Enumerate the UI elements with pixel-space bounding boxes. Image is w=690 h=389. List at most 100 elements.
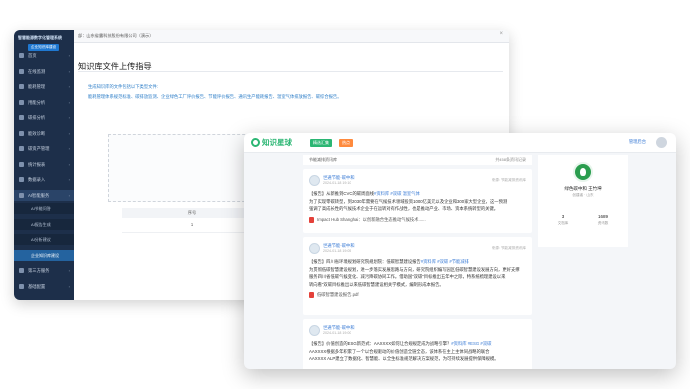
- table-row[interactable]: 1: [122, 218, 262, 233]
- post-source: 来源: 节能减排资讯库: [491, 246, 526, 250]
- post-timestamp: 2024-01-18 19:05: [323, 249, 352, 253]
- chevron-right-icon: ›: [68, 53, 70, 58]
- admin-link[interactable]: 管理后台: [629, 139, 646, 145]
- chevron-right-icon: ›: [68, 192, 70, 198]
- chevron-right-icon: ›: [68, 130, 70, 136]
- post-text-line: AAXXXX ALP建立了数据化、智慧能、以全生标准规范解决方案规范，为可持续发…: [309, 356, 526, 362]
- chevron-right-icon: ›: [68, 84, 70, 89]
- post-text: 强调了高成长性的气候技术企业于在运转对有作战性，也是推动产业、市场、资本系统转型…: [309, 206, 499, 211]
- post-text-line: 服务四川省低碳气候变化、减污降碳协同工作。借助国"双碳"目标推出五年中之际，特系…: [309, 274, 526, 280]
- chevron-right-icon: ›: [68, 177, 70, 182]
- post-text-line: AAXXXX根据多年积累了一个以合规驱动的价值创造全链全态，该体系在主上主体同战…: [309, 349, 526, 355]
- tab-knowledge-build[interactable]: 企业知识库建设: [28, 44, 60, 51]
- admin-sidebar: 智慧能源数字化管理系统 首页 › 在线监测 › 能耗管理 › 用能分析 › 碳排分析 › 能效诊断 ›…: [14, 30, 74, 300]
- feed-post[interactable]: 世通节能·碳中和 2024-01-18 19:10 来源: 节能减排资讯库 【报告】从…: [303, 169, 532, 233]
- post-text-line: 【报告】从新推到CVC的碳周面线#资料库 #双碳 温室气体: [309, 191, 526, 197]
- close-icon[interactable]: ×: [499, 31, 503, 37]
- sidebar-subitem[interactable]: 企业知识库建设: [14, 249, 74, 261]
- file-types-text: 能耗管理体系规范标准、碳排放监测、企业绿色工厂评价报告、节能评价报告、通讯生产能…: [88, 94, 342, 99]
- post-source: 来源: 节能减排资讯库: [491, 178, 526, 182]
- menu-icon: [19, 99, 24, 105]
- post-text: 【报告】从新推到CVC的碳周面线: [309, 191, 374, 196]
- post-text: 为了实现零碳转型，到2030年需要在气候技术领域投资1000亿美元以及企业和30…: [309, 198, 508, 204]
- filter-dropdown[interactable]: 节能减排资讯库: [309, 157, 337, 163]
- sidebar-item[interactable]: 统计报表 ›: [14, 159, 74, 170]
- sidebar-item[interactable]: 能耗管理 ›: [14, 81, 74, 92]
- attachment-link[interactable]: Impact Hub Shanghai：以创新融合生态推动气候技术......: [317, 217, 426, 222]
- post-text: 服务四川省低碳气候变化、减污降碳协同工作。借助国"双碳"目标推出五年中之际，特系…: [309, 274, 506, 279]
- sidebar-subitem[interactable]: AI分析建议: [14, 234, 74, 245]
- avatar[interactable]: [309, 325, 320, 336]
- post-tags[interactable]: #资料库 #双碳 #节能减排: [421, 259, 469, 264]
- sidebar-item-label: AI报告生成: [31, 221, 51, 227]
- sidebar-item[interactable]: 在线监测 ›: [14, 66, 74, 77]
- sidebar-item-label: AI分析建议: [31, 237, 51, 242]
- pdf-icon: [309, 292, 314, 298]
- chevron-right-icon: ›: [68, 146, 70, 151]
- sidebar-item[interactable]: 首页 ›: [14, 50, 74, 61]
- feed-post[interactable]: 世通节能·碳中和 2024-01-18 19:05 来源: 节能减排资讯库 【报告】四…: [303, 237, 532, 315]
- sidebar-item[interactable]: AI智能服务 ›: [14, 189, 74, 201]
- sidebar-item[interactable]: 数据录入 ›: [14, 174, 74, 185]
- feed-topbar: 知识星球 精选汇集 热点 管理后台: [244, 133, 676, 153]
- avatar[interactable]: [309, 175, 320, 186]
- menu-icon: [19, 268, 24, 274]
- org-name: 部：山东省露科技股份有限公司（演示）: [78, 33, 154, 38]
- post-tags[interactable]: #资料库 #ESG #双碳: [451, 341, 491, 346]
- post-text: AAXXXX ALP建立了数据化、智慧能、以全生标准规范解决方案规范，为可持续发…: [309, 356, 499, 361]
- post-text-line: 【报告】四川省环境规划研究院规划院：低碳智慧建设报告#资料库 #双碳 #节能减排: [309, 259, 526, 265]
- menu-icon: [19, 161, 24, 167]
- tab-featured[interactable]: 精选汇集: [310, 139, 332, 147]
- post-text: 转向看"双碳目标推出以来低碳智慧建设相关学模式，编制形成本报告。: [309, 281, 444, 287]
- sidebar-item-label: AI节能问答: [31, 206, 51, 211]
- stat-number: 3: [561, 214, 565, 219]
- chevron-right-icon: ›: [68, 268, 70, 273]
- sidebar-item-label: 首页: [28, 53, 37, 58]
- table-header: 序号: [122, 208, 262, 218]
- menu-icon: [19, 68, 24, 74]
- sidebar-item[interactable]: 用能分析 ›: [14, 97, 74, 108]
- sidebar-item[interactable]: 碳资产管理 ›: [14, 143, 74, 154]
- file-table: 序号 1: [122, 208, 262, 238]
- sidebar-item[interactable]: 能效诊断 ›: [14, 128, 74, 139]
- sidebar-item-label: 统计报表: [28, 161, 46, 167]
- post-tags[interactable]: #资料库 #双碳 温室气体: [374, 191, 420, 196]
- sidebar-item[interactable]: 碳排分析 ›: [14, 112, 74, 123]
- leaf-icon: [580, 168, 586, 176]
- attachment[interactable]: Impact Hub Shanghai：以创新融合生态推动气候技术......: [309, 216, 426, 223]
- stat-label: 资讯数: [597, 221, 609, 225]
- profile-role: 创建者 · 山东: [572, 193, 594, 197]
- post-text-line: 强调了高成长性的气候技术企业于在运转对有作战性，也是推动产业、市场、资本系统转型…: [309, 206, 526, 212]
- stat-number: 1689: [597, 214, 608, 219]
- attachment-link[interactable]: 低碳智慧建设报告.pdf: [317, 292, 359, 297]
- chevron-right-icon: ›: [68, 68, 70, 74]
- brand-title: 智慧能源数字化管理系统: [18, 35, 62, 40]
- sidebar-item[interactable]: 第三方服务 ›: [14, 265, 74, 276]
- post-text-line: 为贯彻低碳智慧建设规划，进一步落实发展思路与方向，研究院组织编写园区低碳智慧建设…: [309, 267, 526, 273]
- divider: [78, 71, 503, 72]
- upload-dropzone[interactable]: [108, 134, 260, 202]
- sidebar-item-label: AI智能服务: [28, 192, 50, 198]
- result-count: 共458条资讯记录: [495, 157, 526, 162]
- post-text-line: 转向看"双碳目标推出以来低碳智慧建设相关学模式，编制形成本报告。: [309, 282, 526, 288]
- post-text: 【报告】四川省环境规划研究院规划院：低碳智慧建设报告: [309, 259, 421, 264]
- chevron-right-icon: ›: [68, 283, 70, 289]
- post-text: 为贯彻低碳智慧建设规划，进一步落实发展思路与方向，研究院组织编写园区低碳智慧建设…: [309, 266, 520, 272]
- sidebar-item-label: 用能分析: [28, 99, 46, 105]
- instructions-text: 生成知识库的文件包括以下类型文件:: [88, 84, 158, 89]
- post-text: 【报告】价值创造的ESG新范式：AAXXXX如何让合规规定成为战略引擎？: [309, 341, 452, 346]
- sidebar-subitem[interactable]: AI报告生成: [14, 218, 74, 230]
- profile-name: 绿色碳中和 王竹坤: [564, 186, 602, 191]
- sidebar-item-label: 碳排分析: [28, 115, 46, 120]
- feed-post[interactable]: 世通节能·碳中和 2024-01-18 19:00 【报告】价值创造的ESG新范式：…: [303, 319, 532, 369]
- tab-hot[interactable]: 热点: [339, 139, 353, 147]
- attachment[interactable]: 低碳智慧建设报告.pdf: [309, 292, 359, 298]
- sidebar-item[interactable]: 基础配置 ›: [14, 281, 74, 292]
- knowledge-feed-window: 知识星球 精选汇集 热点 管理后台 节能减排资讯库 共458条资讯记录 世通节能…: [244, 133, 676, 369]
- logo-text: 知识星球: [262, 138, 292, 147]
- avatar[interactable]: [656, 137, 667, 148]
- post-text-line: 【报告】价值创造的ESG新范式：AAXXXX如何让合规规定成为战略引擎？#资料库…: [309, 341, 526, 347]
- sidebar-subitem[interactable]: AI节能问答: [14, 203, 74, 214]
- avatar[interactable]: [309, 243, 320, 254]
- post-text: AAXXXX根据多年积累了一个以合规驱动的价值创造全链全态，该体系在主上主体同战…: [309, 348, 490, 354]
